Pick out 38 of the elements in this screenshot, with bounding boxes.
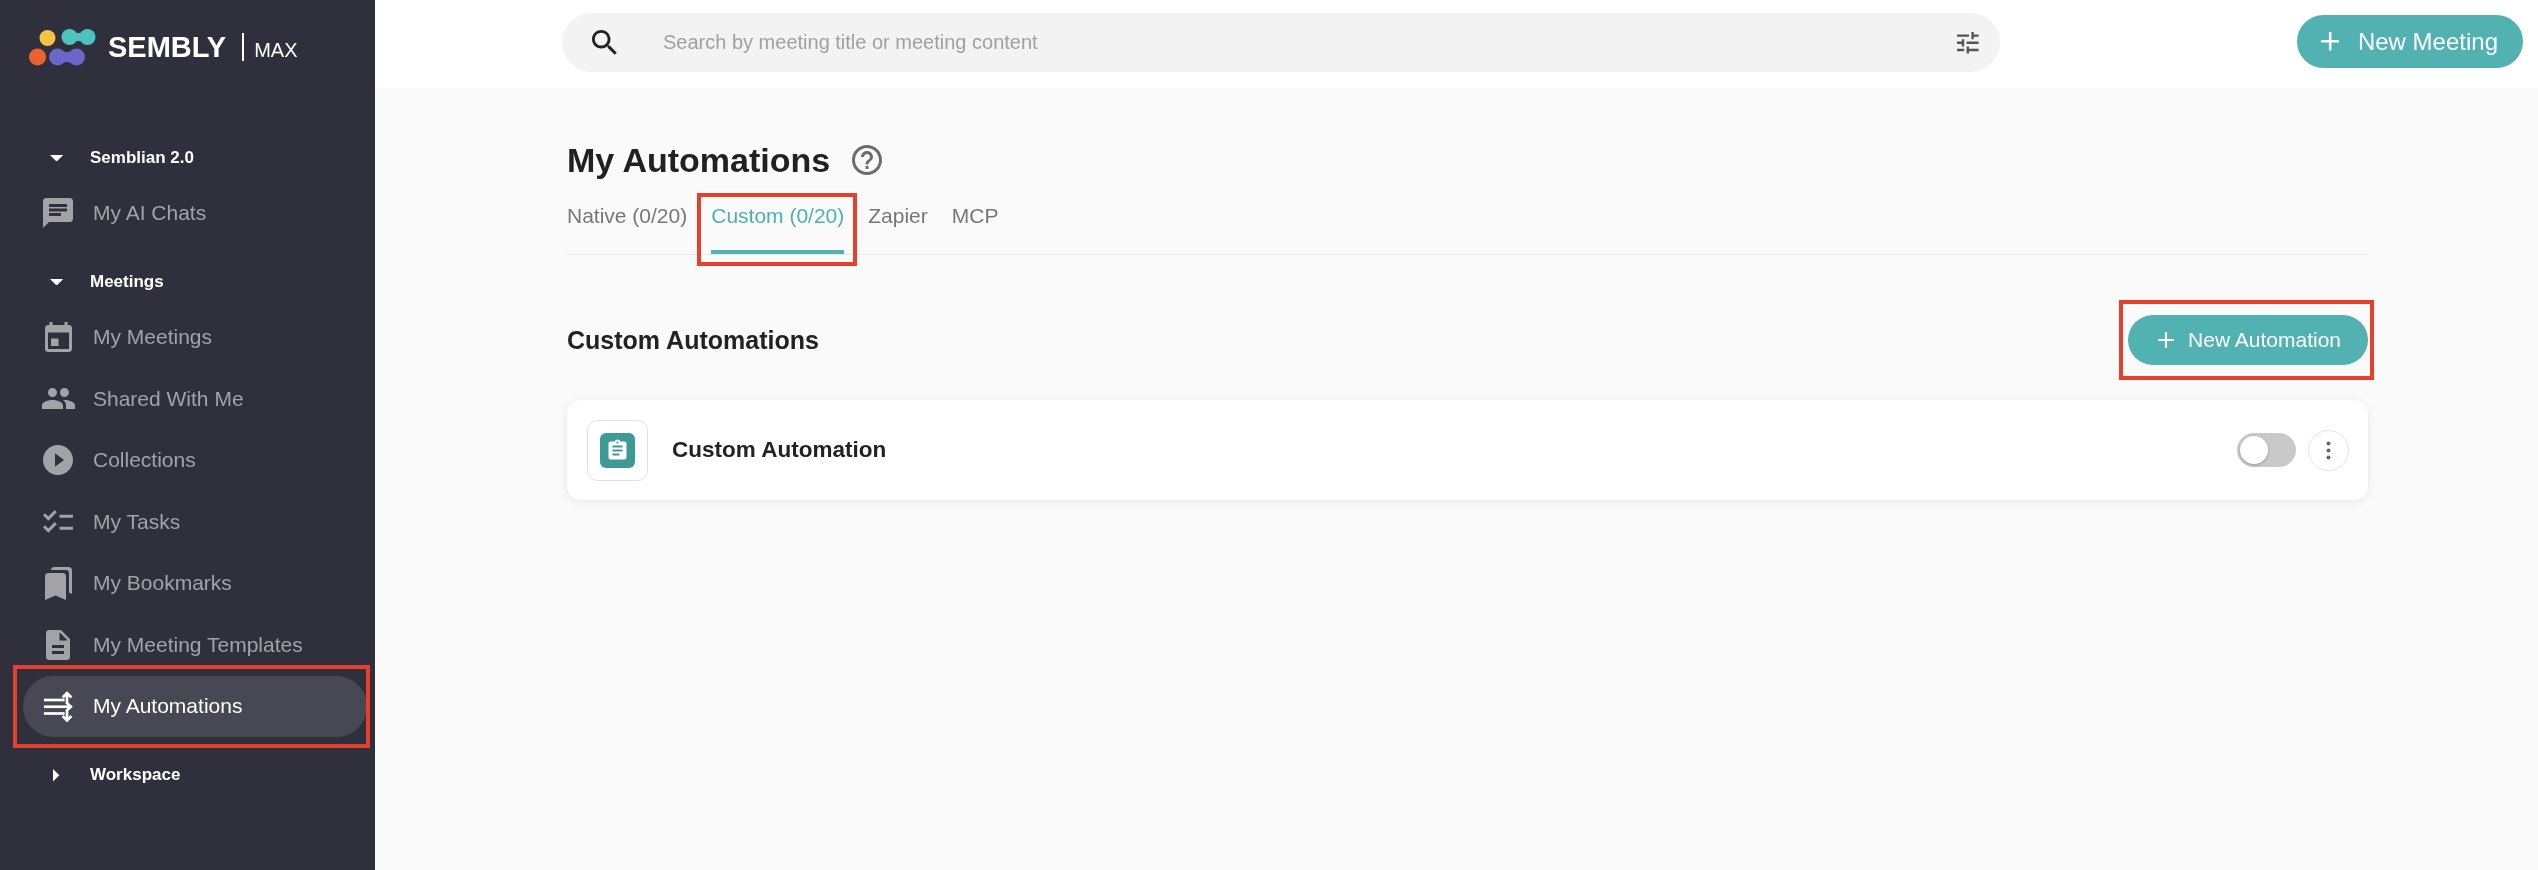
page-title: My Automations [567,140,831,180]
calendar-icon [44,322,72,353]
logo-icon [29,28,96,66]
search-field[interactable]: Search by meeting title or meeting content [562,13,2000,72]
sidebar-item[interactable]: Collections [23,429,367,491]
sidebar-item[interactable]: My AI Chats [23,182,367,244]
chat-icon [43,198,73,229]
plus-icon [2320,32,2339,51]
checklist-icon [43,510,73,534]
play-icon [43,445,73,476]
section-title: Custom Automations [567,325,819,355]
tab[interactable]: MCP [951,204,999,254]
plus-icon [2158,332,2175,348]
clipboard-icon [587,419,648,481]
automation-name: Custom Automation [672,437,887,463]
filter-icon [1957,32,1979,54]
tab[interactable]: Zapier [868,204,928,254]
more-button[interactable] [2308,429,2349,471]
arrows-icon [42,690,74,722]
help-icon [852,145,883,175]
sidebar-item[interactable]: My Meeting Templates [23,614,367,676]
sidebar-item[interactable]: My Tasks [23,491,367,553]
plan-label: MAX [254,38,298,62]
search-icon [592,30,617,55]
sidebar-item[interactable]: Shared With Me [23,368,367,430]
section-header[interactable]: Meetings [0,260,375,304]
sidebar-item[interactable]: My Bookmarks [23,552,367,614]
document-icon [46,629,70,660]
bookmarks-icon [44,566,72,600]
toggle-switch[interactable] [2237,433,2296,467]
section-header[interactable]: Semblian 2.0 [0,136,375,180]
sidebar-item[interactable]: My Meetings [23,306,367,368]
section-header[interactable]: Workspace [0,753,375,797]
brand-name: SEMBLY [108,30,227,64]
people-icon [41,388,75,410]
tab[interactable]: Native (0/20) [567,204,688,254]
sidebar-item[interactable]: My Automations [23,675,367,737]
more-icon [2326,440,2331,460]
